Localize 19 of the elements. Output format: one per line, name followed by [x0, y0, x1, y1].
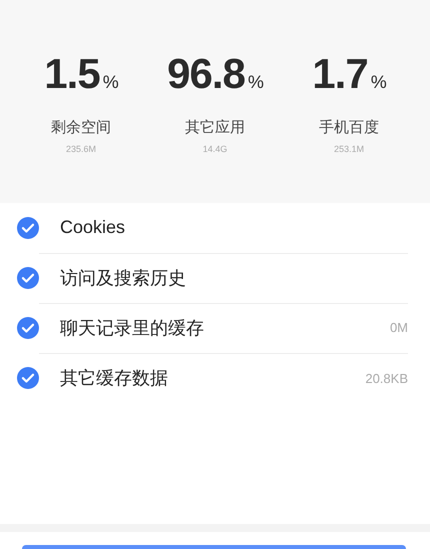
checkbox[interactable]: [17, 367, 39, 389]
item-label: 其它缓存数据: [60, 367, 169, 390]
item-label: 访问及搜索历史: [60, 266, 187, 290]
stat-size: 253.1M: [334, 144, 364, 154]
stat-label: 手机百度: [319, 118, 379, 137]
checkbox[interactable]: [17, 217, 39, 239]
stat-size: 235.6M: [66, 144, 96, 154]
percentage-value: 96.8%: [167, 50, 263, 99]
stat-size: 14.4G: [202, 144, 228, 154]
percentage-value: 1.7%: [312, 50, 386, 99]
percentage-value: 1.5%: [44, 50, 118, 99]
checkbox[interactable]: [17, 267, 39, 289]
stat-label: 剩余空间: [51, 118, 111, 137]
item-size: 0M: [390, 320, 408, 335]
item-label: 聊天记录里的缓存: [60, 316, 205, 340]
stat-label: 其它应用: [185, 118, 245, 137]
item-label: Cookies: [60, 217, 126, 238]
checkbox[interactable]: [17, 317, 39, 339]
item-size: 20.8KB: [365, 370, 408, 386]
